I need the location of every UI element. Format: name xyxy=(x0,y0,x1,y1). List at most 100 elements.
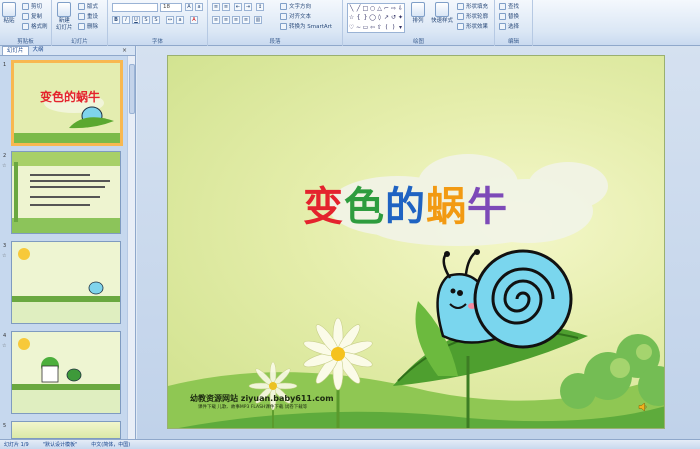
scrollbar-thumb[interactable] xyxy=(129,64,135,114)
replace-button[interactable]: 替换 xyxy=(499,12,519,20)
align-text-button[interactable]: 对齐文本 xyxy=(280,12,311,20)
thumb-title-char: 变色的蜗牛 xyxy=(40,89,100,104)
slide-canvas[interactable]: 变色的蜗牛 幼教资源网站 ziyuan.baby611.com 课件下载 儿歌、… xyxy=(167,55,665,429)
arrow-shape-icon[interactable]: ⇦ xyxy=(369,23,376,32)
scissors-icon xyxy=(22,2,29,10)
slide-thumbnail-2[interactable]: 2 ☆ xyxy=(0,151,128,236)
font-size-combo[interactable]: 18 xyxy=(160,3,182,12)
shrink-font-button[interactable]: a xyxy=(195,3,203,11)
title-char: 牛 xyxy=(467,184,508,230)
star-shape-icon[interactable]: ✦ xyxy=(397,13,404,22)
slide-title[interactable]: 变色的蜗牛 xyxy=(303,174,508,232)
underline-button[interactable]: U xyxy=(132,16,140,24)
arrange-icon xyxy=(411,2,425,17)
tab-outline[interactable]: 大纲 xyxy=(29,46,48,55)
paragraph-group-label: 段落 xyxy=(269,39,281,45)
copy-button[interactable]: 复制 xyxy=(22,12,42,20)
website-credit[interactable]: 幼教资源网站 ziyuan.baby611.com xyxy=(190,393,334,404)
slides-pane-scrollbar[interactable] xyxy=(127,56,135,439)
delete-slide-button[interactable]: 删除 xyxy=(78,22,98,30)
line-shape-icon[interactable]: ╲ xyxy=(348,4,355,13)
line-shape-icon[interactable]: ∼ xyxy=(355,23,362,32)
strikethrough-button[interactable]: S xyxy=(142,16,150,24)
arrow-shape-icon[interactable]: ↺ xyxy=(390,13,397,22)
spacing-button[interactable]: ↔ xyxy=(166,16,174,24)
shadow-button[interactable]: S xyxy=(152,16,160,24)
brace-shape-icon[interactable]: } xyxy=(362,13,369,22)
quick-styles-button[interactable]: 快速样式 xyxy=(431,2,453,25)
rect-shape-icon[interactable]: ▭ xyxy=(362,23,369,32)
website-subline[interactable]: 课件下载 儿歌、故事MP3 FLASH课件下载 试卷下载等 xyxy=(198,404,307,410)
close-icon[interactable]: × xyxy=(122,47,127,54)
language-status: 中文(简体，中国) xyxy=(91,442,131,448)
columns-button[interactable]: ▥ xyxy=(254,16,262,24)
drawing-group: ╲ ╱ □ ○ △ ⌐ ⇨ ⇩ ☆{} ◯ ◊ ↗ ↺ ✦ ♡ ∼ ▭ ⇦ ⇧() ▾ 排列 快速样式 形状填充 … xyxy=(343,0,495,46)
line-shape-icon[interactable]: ╱ xyxy=(355,4,362,13)
slide-background-art xyxy=(168,154,664,428)
change-case-button[interactable]: a xyxy=(176,16,184,24)
font-color-button[interactable]: A xyxy=(190,16,198,24)
font-group-label: 字体 xyxy=(151,39,163,45)
paste-button[interactable]: 粘贴 xyxy=(2,2,16,25)
brace-shape-icon[interactable]: ( xyxy=(383,23,390,32)
bullets-button[interactable]: ≡ xyxy=(212,3,220,11)
svg-text:变色的蜗牛: 变色的蜗牛 xyxy=(40,89,100,104)
slide-thumbnail-4[interactable]: 4 ☆ xyxy=(0,331,128,416)
numbering-button[interactable]: ≡ xyxy=(222,3,230,11)
grow-font-button[interactable]: A xyxy=(185,3,193,11)
align-center-button[interactable]: ≡ xyxy=(222,16,230,24)
tab-slides[interactable]: 幻灯片 xyxy=(2,46,29,55)
triangle-shape-icon[interactable]: △ xyxy=(376,4,383,13)
align-left-button[interactable]: ≡ xyxy=(212,16,220,24)
arrange-button[interactable]: 排列 xyxy=(411,2,425,25)
layout-button[interactable]: 版式 xyxy=(78,2,98,10)
decrease-indent-button[interactable]: ⇤ xyxy=(234,3,242,11)
shape-outline-button[interactable]: 形状轮廓 xyxy=(457,12,488,20)
justify-button[interactable]: ≡ xyxy=(242,16,250,24)
drawing-group-label: 绘图 xyxy=(412,39,424,45)
slide-editor: 变色的蜗牛 幼教资源网站 ziyuan.baby611.com 课件下载 儿歌、… xyxy=(137,46,700,439)
shape-fill-button[interactable]: 形状填充 xyxy=(457,2,488,10)
align-right-button[interactable]: ≡ xyxy=(232,16,240,24)
italic-button[interactable]: I xyxy=(122,16,130,24)
star-shape-icon[interactable]: ☆ xyxy=(348,13,355,22)
arrow-shape-icon[interactable]: ⇨ xyxy=(390,4,397,13)
heart-shape-icon[interactable]: ♡ xyxy=(348,23,355,32)
select-button[interactable]: 选择 xyxy=(499,22,519,30)
arrow-shape-icon[interactable]: ⇧ xyxy=(376,23,383,32)
smartart-button[interactable]: 转换为 SmartArt xyxy=(280,22,332,30)
smartart-icon xyxy=(280,22,287,30)
shape-effects-button[interactable]: 形状效果 xyxy=(457,22,488,30)
brace-shape-icon[interactable]: ) xyxy=(390,23,397,32)
title-char: 的 xyxy=(385,184,426,230)
cut-button[interactable]: 剪切 xyxy=(22,2,42,10)
oval-shape-icon[interactable]: ○ xyxy=(369,4,376,13)
thumbnail-image: 变色的蜗牛 xyxy=(11,60,123,146)
bold-button[interactable]: B xyxy=(112,16,120,24)
new-slide-button[interactable]: 新建 幻灯片 xyxy=(56,2,73,32)
slide-thumbnail-3[interactable]: 3 ☆ xyxy=(0,241,128,326)
paste-label: 粘贴 xyxy=(3,18,15,24)
animation-star-icon: ☆ xyxy=(2,343,7,349)
brace-shape-icon[interactable]: { xyxy=(355,13,362,22)
arrow-shape-icon[interactable]: ⇩ xyxy=(397,4,404,13)
font-name-combo[interactable] xyxy=(112,3,158,12)
increase-indent-button[interactable]: ⇥ xyxy=(244,3,252,11)
line-spacing-button[interactable]: ↕ xyxy=(256,3,264,11)
format-painter-button[interactable]: 格式刷 xyxy=(22,22,48,30)
line-shape-icon[interactable]: ⌐ xyxy=(383,4,390,13)
sound-speaker-icon[interactable] xyxy=(638,402,648,412)
arrow-shape-icon[interactable]: ↗ xyxy=(383,13,390,22)
more-shapes-icon[interactable]: ▾ xyxy=(397,23,404,32)
rect-shape-icon[interactable]: □ xyxy=(362,4,369,13)
shapes-gallery[interactable]: ╲ ╱ □ ○ △ ⌐ ⇨ ⇩ ☆{} ◯ ◊ ↗ ↺ ✦ ♡ ∼ ▭ ⇦ ⇧() ▾ xyxy=(347,3,405,33)
text-direction-button[interactable]: 文字方向 xyxy=(280,2,311,10)
thumbnail-image xyxy=(11,421,121,439)
slide-thumbnail-1[interactable]: 1 变色的蜗牛 xyxy=(0,60,128,146)
reset-button[interactable]: 重设 xyxy=(78,12,98,20)
brush-icon xyxy=(22,22,29,30)
oval-shape-icon[interactable]: ◯ xyxy=(369,13,376,22)
slide-thumbnail-5[interactable]: 5 xyxy=(0,421,128,439)
callout-shape-icon[interactable]: ◊ xyxy=(376,13,383,22)
find-button[interactable]: 查找 xyxy=(499,2,519,10)
